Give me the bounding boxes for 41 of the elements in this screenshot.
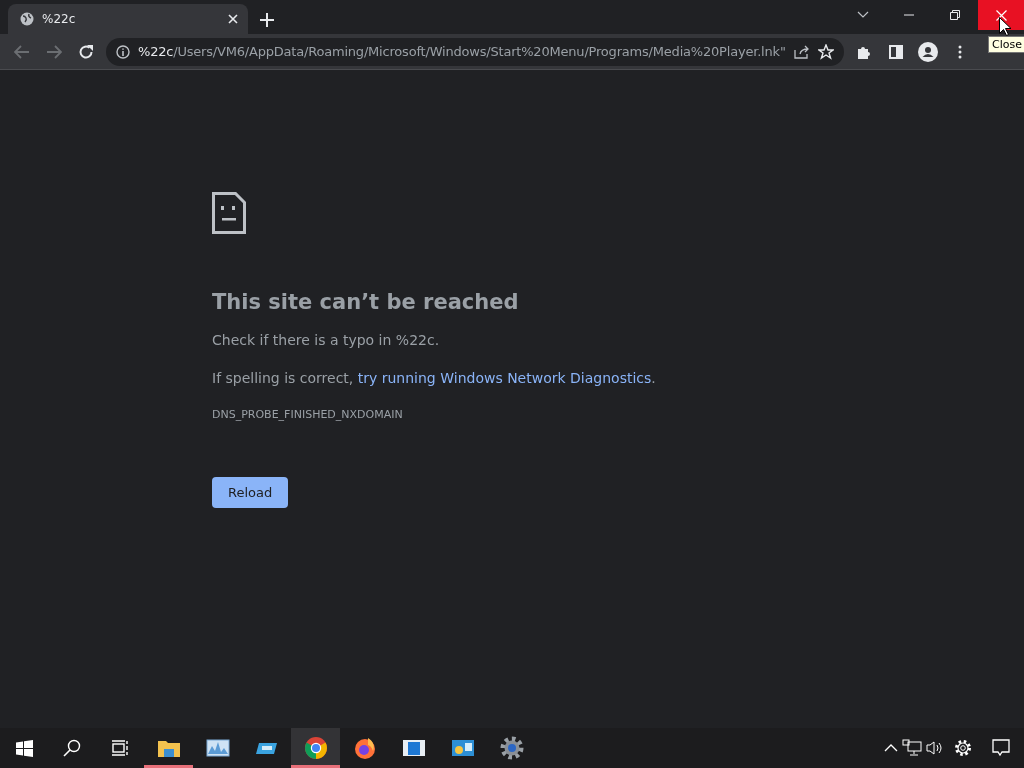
profile-icon[interactable] bbox=[917, 41, 938, 62]
chevron-down-icon[interactable] bbox=[857, 11, 869, 19]
task-view-icon[interactable] bbox=[111, 740, 129, 756]
browser-tab[interactable]: %22c bbox=[8, 4, 248, 34]
gear-icon bbox=[499, 736, 524, 760]
notification-icon[interactable] bbox=[992, 739, 1010, 757]
error-code: DNS_PROBE_FINISHED_NXDOMAIN bbox=[212, 408, 404, 421]
chevron-up-icon[interactable] bbox=[884, 744, 898, 752]
plus-icon[interactable] bbox=[260, 13, 274, 27]
close-button[interactable] bbox=[978, 0, 1024, 30]
gear-icon[interactable] bbox=[954, 739, 972, 757]
reload-icon[interactable] bbox=[78, 43, 94, 60]
chrome-icon bbox=[303, 736, 328, 760]
tooltip: Close bbox=[988, 36, 1024, 53]
chart-window-icon bbox=[205, 738, 230, 758]
diagnostics-link[interactable]: try running Windows Network Diagnostics bbox=[357, 370, 652, 386]
reload-button[interactable]: Reload bbox=[212, 477, 289, 508]
sad-page-icon bbox=[212, 192, 246, 234]
close-icon[interactable] bbox=[228, 14, 238, 24]
speaker-icon[interactable] bbox=[926, 740, 944, 756]
cursor-icon bbox=[999, 17, 1011, 36]
info-icon bbox=[116, 44, 130, 59]
address-bar[interactable]: %22c/Users/VM6/AppData/Roaming/Microsoft/Windows/Start%20Menu/Programs/Media%20Player.lnk" bbox=[106, 37, 844, 66]
side-panel-icon[interactable] bbox=[888, 44, 903, 59]
fox-icon bbox=[352, 736, 377, 760]
restore-icon[interactable] bbox=[950, 10, 960, 20]
error-title: This site can’t be reached bbox=[212, 290, 520, 314]
share-icon[interactable] bbox=[793, 44, 810, 59]
network-icon[interactable] bbox=[902, 739, 922, 757]
globe-icon bbox=[20, 12, 34, 26]
menu-icon[interactable] bbox=[957, 44, 962, 59]
star-icon[interactable] bbox=[817, 43, 834, 60]
control-panel-icon bbox=[450, 738, 475, 758]
diagnostics-hint: If spelling is correct, try running Windows Network Diagnostics. bbox=[212, 370, 657, 386]
typo-hint: Check if there is a typo in %22c. bbox=[212, 332, 441, 348]
app-window-icon bbox=[401, 738, 426, 758]
search-icon[interactable] bbox=[63, 739, 81, 757]
folder-icon bbox=[156, 738, 181, 758]
close-icon bbox=[995, 9, 1007, 21]
taskbar-app[interactable] bbox=[291, 728, 340, 768]
windows-logo-icon[interactable] bbox=[15, 739, 33, 757]
